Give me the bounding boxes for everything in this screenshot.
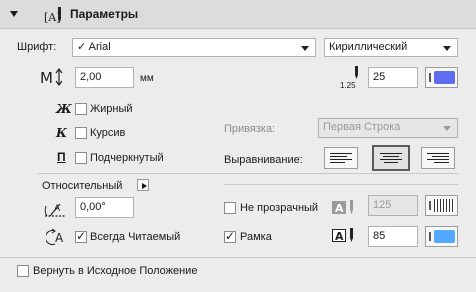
anchor-select[interactable]: Первая Строка [318,118,458,138]
italic-icon: К [56,126,67,140]
anchor-label: Привязка: [224,123,276,135]
triangle-right-icon [142,183,147,189]
frame-pen-icon: A [331,227,365,245]
bold-checkbox[interactable] [75,103,87,115]
opaque-checkbox[interactable] [224,202,236,214]
angle-icon: A [42,198,68,220]
reset-label: Вернуть в Исходное Положение [33,265,198,277]
panel-title: Параметры [70,7,139,21]
angle-input[interactable]: 0,00° [75,197,134,218]
frame-color-button[interactable] [425,226,458,247]
svg-text:M: M [40,69,53,87]
bold-icon: Ж [56,102,72,116]
fill-pen-icon: A [331,199,365,217]
always-readable-checkbox[interactable] [75,229,87,243]
relative-label: Относительный [42,180,123,192]
svg-text:A: A [55,231,64,245]
align-left-icon [330,153,352,163]
font-select[interactable]: ✓ Arial [72,38,316,57]
opaque-label: Не прозрачный [240,202,319,214]
align-center-button[interactable] [372,145,410,171]
always-readable-label: Всегда Читаемый [90,231,181,243]
text-params-icon: [A] [43,6,65,24]
pen-color-button[interactable] [425,67,458,88]
italic-checkbox[interactable] [75,127,87,139]
frame-label: Рамка [240,231,272,243]
separator [224,184,458,185]
collapse-triangle-icon[interactable] [10,11,18,17]
align-right-icon [427,153,449,163]
frame-pen-input[interactable]: 85 [368,226,418,247]
svg-text:A: A [54,204,61,214]
pen-number-input[interactable]: 25 [368,67,418,88]
always-readable-icon: A [44,228,70,246]
relative-expand-button[interactable] [137,179,149,191]
charset-select[interactable]: Кириллический [324,38,458,57]
check-icon: ✓ [77,41,87,53]
frame-checkbox[interactable] [224,229,236,243]
fill-pattern-swatch [434,199,455,212]
align-right-button[interactable] [421,147,455,169]
alignment-label: Выравнивание: [224,154,303,166]
fill-pattern-button[interactable] [425,195,458,216]
italic-label: Курсив [90,127,126,139]
anchor-value: Первая Строка [323,121,401,133]
underline-icon: П [57,150,66,164]
chevron-down-icon [443,46,451,51]
chevron-down-icon [301,46,309,51]
separator [0,257,476,258]
font-label: Шрифт: [17,41,57,53]
frame-color-swatch [434,230,455,243]
charset-value: Кириллический [329,41,408,53]
underline-checkbox[interactable] [75,152,87,164]
underline-label: Подчеркнутый [90,152,164,164]
size-unit: мм [140,73,154,84]
align-center-icon [380,153,402,163]
text-size-input[interactable]: 2,00 [75,67,134,88]
font-value: Arial [88,41,111,53]
text-size-icon: M [40,67,66,87]
pen-color-swatch [434,71,455,84]
svg-text:A: A [335,230,344,243]
separator [38,173,458,174]
bold-label: Жирный [90,103,133,115]
pen-weight-label: 1.25 [340,81,356,90]
chevron-down-icon [443,126,451,131]
reset-checkbox[interactable] [17,265,29,277]
fill-pen-input[interactable]: 125 [368,195,418,216]
align-left-button[interactable] [324,147,358,169]
svg-text:A: A [335,202,344,215]
